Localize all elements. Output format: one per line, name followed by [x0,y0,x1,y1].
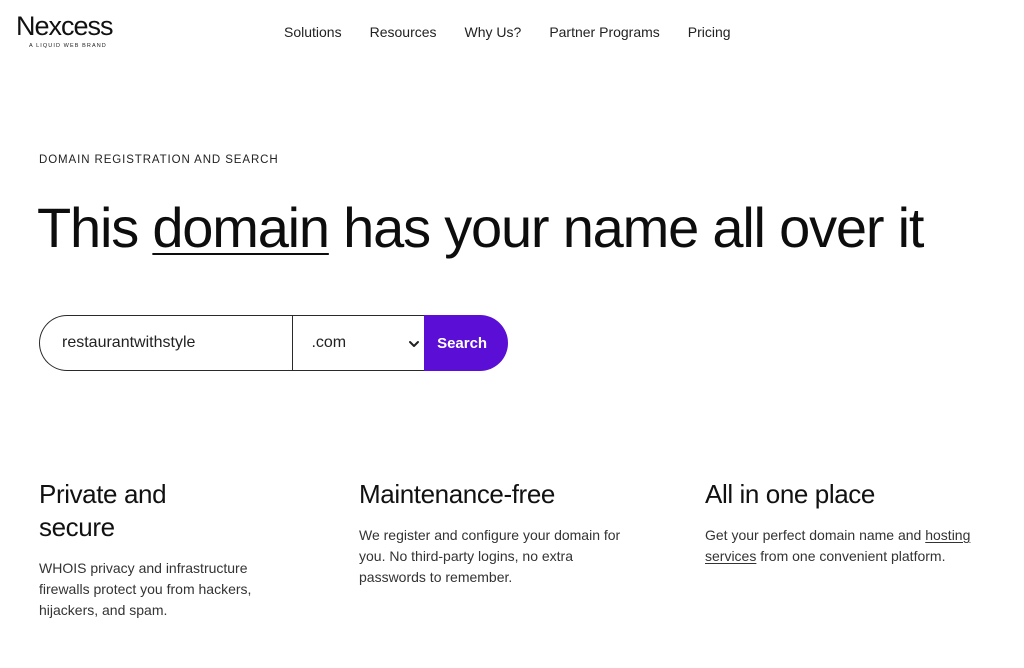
tld-selected-value: .com [311,334,347,351]
logo-tagline: A LIQUID WEB BRAND [29,43,107,49]
domain-search-form: .com Search [39,315,508,371]
feature-all-in-one: All in one place Get your perfect domain… [705,478,975,567]
chevron-down-icon [409,341,420,347]
domain-search-input[interactable] [39,315,293,371]
logo-wordmark: Nexcess [16,11,114,41]
nav-item-resources[interactable]: Resources [370,24,437,40]
feature-private-secure: Private and secure WHOIS privacy and inf… [39,478,299,621]
headline-domain-link[interactable]: domain [152,196,330,259]
feature-title: All in one place [705,479,875,509]
hero-headline: This domain has your name all over it [37,196,924,260]
feature-description: We register and configure your domain fo… [359,527,621,585]
feature-text-before: Get your perfect domain name and [705,527,926,543]
nav-item-partner-programs[interactable]: Partner Programs [549,24,659,40]
hero-eyebrow: DOMAIN REGISTRATION AND SEARCH [39,154,279,166]
headline-text-before: This [37,196,153,259]
feature-title-line-1: Private and [39,479,167,509]
nexcess-logo[interactable]: Nexcess A LIQUID WEB BRAND [16,11,114,49]
feature-text-after: from one convenient platform. [756,548,946,564]
feature-title: Maintenance-free [359,479,555,509]
headline-text-after: has your name all over it [328,196,924,259]
feature-description: Get your perfect domain name and hosting… [705,525,975,567]
feature-title: Private and secure [39,478,299,544]
main-nav: Solutions Resources Why Us? Partner Prog… [284,24,759,40]
search-button[interactable]: Search [424,315,508,371]
tld-select[interactable]: .com [292,315,425,371]
nav-item-solutions[interactable]: Solutions [284,24,342,40]
nav-item-pricing[interactable]: Pricing [688,24,731,40]
site-header: Nexcess A LIQUID WEB BRAND Solutions Res… [0,0,1024,64]
feature-title-line-2: secure [39,512,115,542]
nav-item-why-us[interactable]: Why Us? [465,24,522,40]
feature-maintenance-free: Maintenance-free We register and configu… [359,478,629,588]
feature-description: WHOIS privacy and infrastructure firewal… [39,560,252,618]
